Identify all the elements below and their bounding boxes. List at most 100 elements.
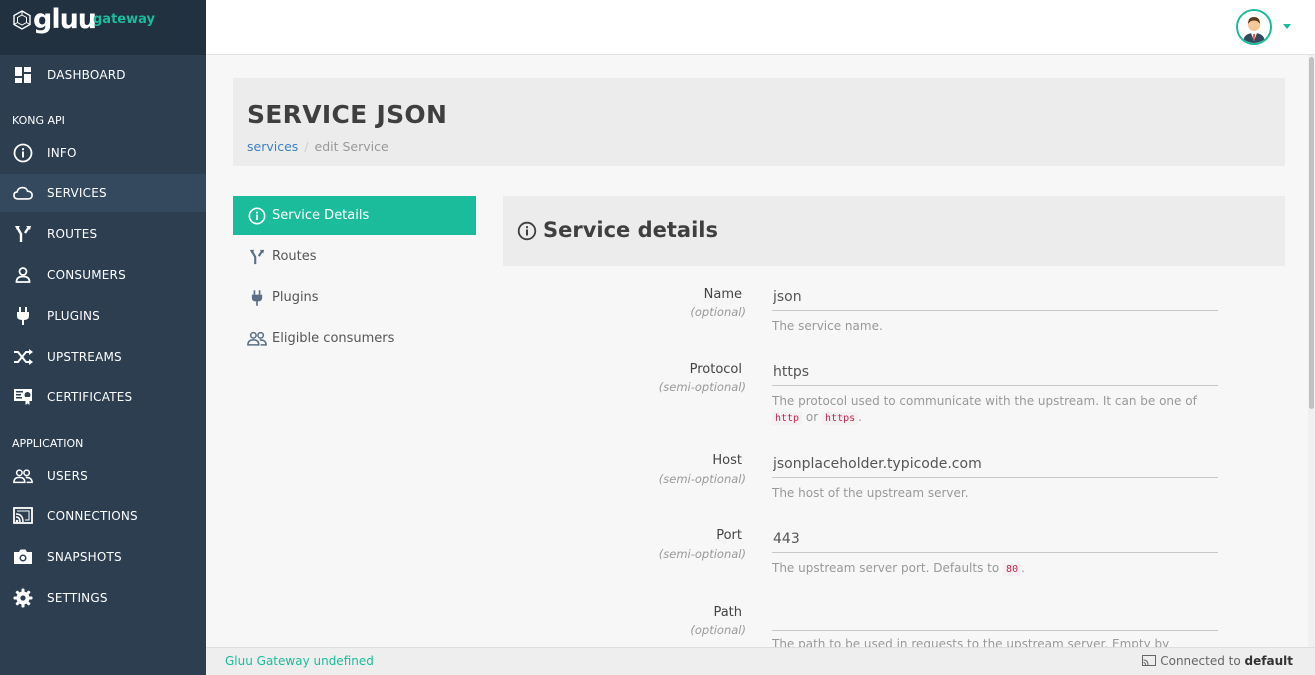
sidebar-item-connections[interactable]: CONNECTIONS xyxy=(0,497,206,535)
sidebar-item-label: CERTIFICATES xyxy=(47,390,133,404)
sidebar-item-dashboard[interactable]: DASHBOARD xyxy=(0,56,206,94)
host-input[interactable] xyxy=(772,450,1218,478)
sidebar-item-label: CONSUMERS xyxy=(47,268,126,282)
help-code-https: https xyxy=(822,412,859,425)
breadcrumb-current: edit Service xyxy=(314,139,389,154)
sidebar-item-label: PLUGINS xyxy=(47,309,100,323)
info-icon xyxy=(247,206,267,226)
sidebar-item-services[interactable]: SERVICES xyxy=(0,174,206,212)
sidebar-item-label: SETTINGS xyxy=(47,591,108,605)
sidebar-item-label: INFO xyxy=(47,146,77,160)
field-label-protocol: Protocol xyxy=(689,362,742,377)
sidebar-item-upstreams[interactable]: UPSTREAMS xyxy=(0,338,206,376)
footer-version: Gluu Gateway undefined xyxy=(225,654,374,668)
scrollbar-thumb[interactable] xyxy=(1309,57,1314,409)
field-help-host: The host of the upstream server. xyxy=(772,486,969,500)
plug-icon xyxy=(247,288,267,308)
help-text: or xyxy=(805,410,819,424)
sidebar-item-label: USERS xyxy=(47,469,88,483)
tab-label: Service Details xyxy=(272,208,370,223)
fork-icon xyxy=(247,247,267,267)
sidebar-item-plugins[interactable]: PLUGINS xyxy=(0,297,206,335)
field-sub-host: (semi-optional) xyxy=(658,472,746,486)
name-input[interactable] xyxy=(772,283,1218,311)
port-input[interactable] xyxy=(772,525,1218,553)
page-scrollbar[interactable] xyxy=(1308,55,1315,647)
tab-eligible-consumers[interactable]: Eligible consumers xyxy=(233,319,476,358)
tab-plugins[interactable]: Plugins xyxy=(233,278,476,317)
path-input[interactable] xyxy=(772,603,1218,631)
tab-label: Routes xyxy=(272,249,317,264)
field-label-path: Path xyxy=(713,605,742,620)
sidebar-item-label: DASHBOARD xyxy=(47,68,126,82)
user-icon xyxy=(13,265,33,285)
plug-icon xyxy=(13,306,33,326)
camera-icon xyxy=(13,547,33,567)
cast-icon xyxy=(1142,655,1157,666)
topbar xyxy=(206,0,1315,55)
sidebar-item-label: ROUTES xyxy=(47,227,98,241)
sidebar-item-label: CONNECTIONS xyxy=(47,509,138,523)
sidebar-item-info[interactable]: INFO xyxy=(0,134,206,172)
field-sub-name: (optional) xyxy=(690,305,746,319)
help-code-http: http xyxy=(772,412,803,425)
breadcrumb: services / edit Service xyxy=(247,139,389,154)
page-header: SERVICE JSON services / edit Service xyxy=(233,78,1285,166)
gear-icon xyxy=(13,588,33,608)
footer-connection-target: default xyxy=(1244,654,1293,668)
cast-icon xyxy=(13,506,33,526)
sidebar-item-users[interactable]: USERS xyxy=(0,457,206,495)
help-code-80: 80 xyxy=(1003,563,1022,576)
footer: Gluu Gateway undefined Connected to defa… xyxy=(206,647,1315,675)
field-sub-path: (optional) xyxy=(690,623,746,637)
tab-service-details[interactable]: Service Details xyxy=(233,196,476,235)
nav-section-application: APPLICATION xyxy=(12,437,84,450)
field-label-name: Name xyxy=(703,287,742,302)
field-help-protocol: The protocol used to communicate with th… xyxy=(772,393,1222,427)
dashboard-icon xyxy=(13,65,33,85)
help-text: The upstream server port. Defaults to xyxy=(772,561,1000,575)
card-title: Service details xyxy=(543,218,718,242)
sidebar-item-snapshots[interactable]: SNAPSHOTS xyxy=(0,538,206,576)
brand-sub: gateway xyxy=(93,12,155,27)
sidebar-item-certificates[interactable]: CERTIFICATES xyxy=(0,378,206,416)
field-help-port: The upstream server port. Defaults to 80… xyxy=(772,560,1222,578)
brand-name: gluu xyxy=(33,4,97,35)
breadcrumb-separator: / xyxy=(304,139,309,154)
shuffle-icon xyxy=(13,347,33,367)
page-title: SERVICE JSON xyxy=(247,100,448,129)
brand[interactable]: gluu gateway xyxy=(0,0,206,55)
protocol-input[interactable] xyxy=(772,358,1218,386)
help-text: . xyxy=(858,410,862,424)
breadcrumb-link-services[interactable]: services xyxy=(247,139,298,154)
field-label-host: Host xyxy=(712,453,742,468)
help-text: The protocol used to communicate with th… xyxy=(772,394,1197,408)
sidebar-item-routes[interactable]: ROUTES xyxy=(0,215,206,253)
sidebar-item-settings[interactable]: SETTINGS xyxy=(0,579,206,617)
avatar[interactable] xyxy=(1236,9,1272,45)
users-icon xyxy=(247,329,267,349)
sidebar-item-label: UPSTREAMS xyxy=(47,350,122,364)
field-help-name: The service name. xyxy=(772,319,883,333)
cloud-icon xyxy=(13,183,33,203)
sidebar-item-label: SNAPSHOTS xyxy=(47,550,122,564)
card-header: Service details xyxy=(503,196,1285,266)
field-sub-port: (semi-optional) xyxy=(658,547,746,561)
footer-connection-prefix: Connected to xyxy=(1160,654,1241,668)
tab-label: Plugins xyxy=(272,290,319,305)
field-sub-protocol: (semi-optional) xyxy=(658,380,746,394)
users-icon xyxy=(13,466,33,486)
field-label-port: Port xyxy=(716,528,742,543)
sidebar-item-consumers[interactable]: CONSUMERS xyxy=(0,256,206,294)
help-text: . xyxy=(1021,561,1025,575)
certificate-icon xyxy=(13,387,33,407)
fork-icon xyxy=(13,224,33,244)
user-avatar-icon xyxy=(1238,11,1270,43)
info-icon xyxy=(13,143,33,163)
nav-section-kong: KONG API xyxy=(12,114,65,127)
sidebar-item-label: SERVICES xyxy=(47,186,107,200)
footer-connection: Connected to default xyxy=(1142,654,1293,668)
avatar-dropdown-caret-icon[interactable] xyxy=(1283,24,1291,29)
tab-label: Eligible consumers xyxy=(272,331,395,346)
tab-routes[interactable]: Routes xyxy=(233,237,476,276)
